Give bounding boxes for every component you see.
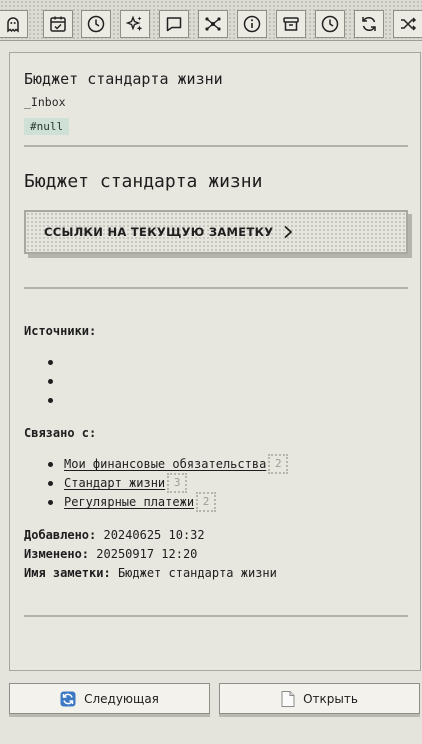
info-icon [243, 15, 261, 33]
backlink-count-badge: 2 [268, 454, 289, 474]
meta-added-value: 20240625 10:32 [103, 528, 205, 542]
sources-empty-item [48, 398, 53, 403]
related-link[interactable]: Стандарт жизни [64, 476, 165, 490]
meta-added: Добавлено: 20240625 10:32 [24, 528, 205, 542]
divider [24, 145, 408, 147]
meta-modified-value: 20250917 12:20 [96, 547, 198, 561]
archive-button[interactable] [276, 10, 306, 38]
recent-button[interactable] [81, 10, 111, 38]
sources-label: Источники: [24, 324, 97, 338]
note-folder[interactable]: _Inbox [24, 95, 66, 109]
divider [24, 287, 408, 289]
bullet [48, 461, 53, 467]
note-tag[interactable]: #null [24, 118, 70, 135]
meta-name-label: Имя заметки: [24, 566, 111, 580]
related-link[interactable]: Регулярные платежи [64, 495, 194, 509]
bullet [48, 480, 53, 486]
toolbar [0, 0, 422, 41]
related-label: Связано с: [24, 426, 97, 440]
calendar-button[interactable] [43, 10, 73, 38]
history-button[interactable] [315, 10, 345, 38]
random-note-button[interactable] [393, 10, 422, 38]
related-item: Регулярные платежи 2 [48, 492, 217, 512]
related-item: Мои финансовые обязательства 2 [48, 454, 289, 474]
document-icon [281, 690, 295, 707]
refresh-icon [60, 691, 76, 707]
note-card: Бюджет стандарта жизни _Inbox #null Бюдж… [9, 52, 421, 671]
next-button[interactable]: Следующая [9, 683, 210, 714]
related-link[interactable]: Мои финансовые обязательства [64, 457, 266, 471]
meta-modified-label: Изменено: [24, 547, 90, 561]
shuffle-icon [401, 17, 417, 31]
ai-button[interactable] [120, 10, 150, 38]
sparkles-icon [125, 15, 143, 32]
ghost-button[interactable] [0, 10, 28, 38]
graph-icon [205, 17, 221, 31]
comments-button[interactable] [159, 10, 189, 38]
message-icon [166, 17, 182, 32]
meta-modified: Изменено: 20250917 12:20 [24, 547, 197, 561]
meta-name: Имя заметки: Бюджет стандарта жизни [24, 566, 277, 580]
note-header-title: Бюджет стандарта жизни [24, 70, 223, 88]
note-references-button[interactable]: ССЫЛКИ НА ТЕКУЩУЮ ЗАМЕТКУ [24, 210, 408, 254]
next-button-label: Следующая [84, 691, 159, 706]
sources-empty-item [48, 379, 53, 384]
sync-button[interactable] [354, 10, 384, 38]
backlink-count-badge: 3 [167, 473, 188, 493]
meta-added-label: Добавлено: [24, 528, 97, 542]
history-icon [321, 15, 339, 33]
open-button-label: Открыть [303, 691, 358, 706]
divider [24, 615, 408, 617]
sources-empty-item [48, 360, 53, 365]
info-button[interactable] [237, 10, 267, 38]
ghost-icon [7, 17, 19, 33]
meta-name-value: Бюджет стандарта жизни [117, 566, 277, 580]
bullet [48, 499, 53, 505]
backlink-count-badge: 2 [196, 492, 217, 512]
clock-icon [87, 15, 105, 33]
archive-icon [283, 17, 299, 31]
chevron-right-icon [283, 225, 293, 239]
open-button[interactable]: Открыть [219, 683, 420, 714]
note-references-label: ССЫЛКИ НА ТЕКУЩУЮ ЗАМЕТКУ [44, 225, 274, 239]
calendar-check-icon [50, 16, 66, 32]
graph-button[interactable] [198, 10, 228, 38]
refresh-icon [362, 16, 376, 32]
related-item: Стандарт жизни 3 [48, 473, 188, 493]
note-heading: Бюджет стандарта жизни [24, 171, 263, 192]
